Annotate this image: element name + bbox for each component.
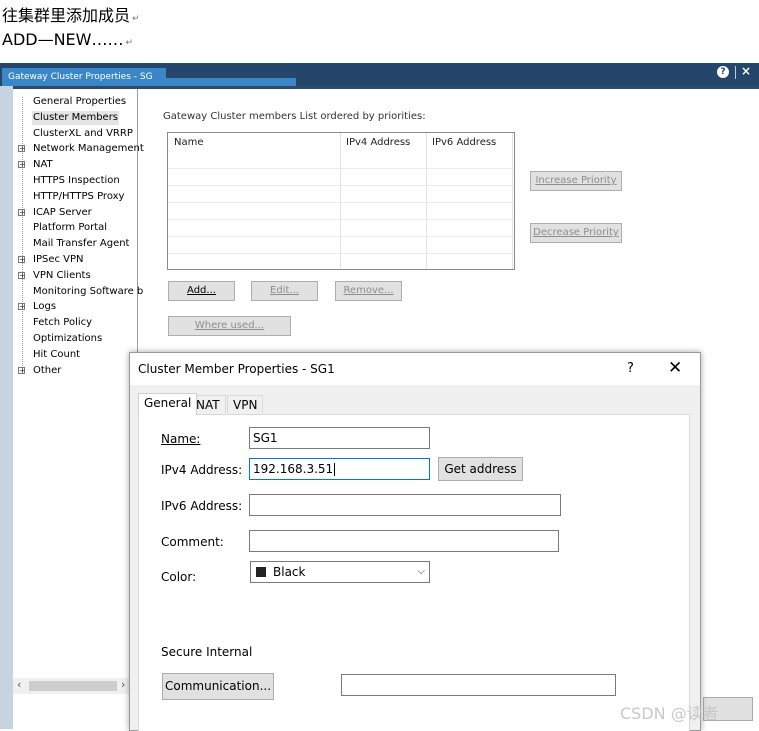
communication-button[interactable]: Communication... (162, 673, 274, 700)
tree-horizontal-scrollbar[interactable]: ‹ › (13, 678, 131, 694)
expand-plus-icon[interactable]: + (18, 271, 26, 279)
row-divider (168, 202, 514, 203)
ipv4-address-value: 192.168.3.51 (253, 462, 334, 476)
title-separator (735, 66, 736, 79)
tree-item-label: ICAP Server (33, 206, 92, 218)
add-member-button[interactable]: Add... (168, 281, 235, 301)
tree-item-label: Other (33, 364, 62, 376)
decrease-priority-button[interactable]: Decrease Priority (530, 223, 622, 243)
comment-label: Comment: (161, 535, 224, 549)
tree-item-label: Hit Count (33, 348, 81, 360)
ipv6-address-label: IPv6 Address: (161, 499, 243, 513)
name-label: Name: (161, 432, 200, 446)
tree-item-label: Cluster Members (32, 110, 120, 125)
ipv4-address-label: IPv4 Address: (161, 463, 243, 477)
tree-item-label: VPN Clients (33, 269, 91, 281)
expand-plus-icon[interactable]: + (18, 256, 26, 264)
expand-plus-icon[interactable]: + (18, 145, 26, 153)
name-label-text: Name: (161, 432, 201, 446)
doc-line-1: 往集群里添加成员 ↵ (2, 2, 140, 26)
properties-tree: General Properties Cluster Members Cluster… (13, 89, 144, 699)
tree-item-label: HTTP/HTTPS Proxy (33, 190, 125, 202)
row-divider (168, 253, 514, 254)
members-table[interactable]: Name IPv4 Address IPv6 Address (167, 132, 515, 270)
tab-general[interactable]: General (138, 393, 198, 415)
tree-item-label: Optimizations (33, 333, 103, 344)
column-header-name[interactable]: Name (174, 137, 204, 148)
window-title-bar: Gateway Cluster Properties - SG ? × (0, 63, 759, 86)
tab-vpn[interactable]: VPN (227, 395, 264, 413)
column-header-ipv6[interactable]: IPv6 Address (432, 137, 496, 148)
scroll-left-icon[interactable]: ‹ (17, 678, 21, 691)
members-list-title: Gateway Cluster members List ordered by … (163, 111, 426, 122)
row-divider (168, 219, 514, 220)
column-divider (426, 133, 427, 269)
scroll-thumb[interactable] (29, 681, 117, 691)
ipv6-address-input[interactable] (249, 494, 561, 516)
tree-item-label: Mail Transfer Agent (33, 238, 130, 250)
ipv4-address-input[interactable]: 192.168.3.51 (249, 458, 430, 480)
background-window-edge (0, 86, 13, 729)
expand-plus-icon[interactable]: + (18, 161, 26, 169)
close-icon[interactable]: × (741, 64, 751, 78)
communication-status-field[interactable] (341, 674, 616, 696)
row-divider (168, 168, 514, 169)
column-header-ipv4[interactable]: IPv4 Address (346, 137, 410, 148)
doc-line-1-text: 往集群里添加成员 (2, 6, 131, 25)
secure-internal-label: Secure Internal (161, 645, 253, 659)
column-divider (340, 133, 341, 269)
increase-priority-button[interactable]: Increase Priority (530, 171, 622, 191)
expand-plus-icon[interactable]: + (18, 208, 26, 216)
doc-line-2: ADD—NEW…… ↵ (2, 30, 133, 49)
comment-input[interactable] (249, 530, 559, 552)
tree-item-label: Monitoring Software b (33, 285, 144, 297)
help-icon[interactable]: ? (717, 66, 729, 78)
color-select-value: Black (273, 565, 306, 579)
dialog-help-icon[interactable]: ? (627, 361, 634, 376)
color-swatch (256, 567, 266, 577)
title-accent-strip (166, 78, 296, 86)
color-select[interactable]: Black ⌵ (250, 561, 430, 583)
return-mark-icon: ↵ (125, 38, 134, 48)
name-input[interactable]: SG1 (249, 427, 430, 449)
column-divider (512, 133, 513, 269)
watermark: CSDN @读者 (620, 704, 719, 723)
scroll-right-icon[interactable]: › (121, 678, 125, 691)
row-divider (168, 236, 514, 237)
doc-line-2-text: ADD—NEW…… (2, 30, 124, 49)
expand-plus-icon[interactable]: + (18, 366, 26, 374)
dialog-close-icon[interactable]: ✕ (668, 358, 682, 378)
dialog-title-bar: Cluster Member Properties - SG1 ? ✕ (130, 353, 700, 385)
remove-member-button[interactable]: Remove... (335, 281, 402, 301)
dialog-title: Cluster Member Properties - SG1 (138, 362, 335, 376)
expand-plus-icon[interactable]: + (18, 303, 26, 311)
tree-item-label: HTTPS Inspection (33, 175, 120, 186)
tree-item-label: IPSec VPN (33, 254, 84, 265)
tree-item-label: Platform Portal (33, 222, 108, 234)
edit-member-button[interactable]: Edit... (251, 281, 318, 301)
color-label: Color: (161, 570, 197, 584)
row-divider (168, 185, 514, 186)
tree-item-label: Network Management (33, 143, 144, 155)
tree-item-label: ClusterXL and VRRP (33, 127, 133, 139)
tree-connector-line (22, 97, 24, 372)
return-mark-icon: ↵ (132, 14, 140, 24)
tree-item-label: Logs (33, 301, 57, 313)
chevron-down-icon: ⌵ (417, 566, 425, 577)
where-used-button[interactable]: Where used... (168, 316, 291, 336)
cluster-member-properties-dialog: Cluster Member Properties - SG1 ? ✕ Gene… (129, 352, 701, 731)
get-address-button[interactable]: Get address (438, 457, 523, 481)
tree-item-label: General Properties (33, 96, 127, 107)
window-title: Gateway Cluster Properties - SG (2, 68, 166, 86)
tree-item-label: Fetch Policy (33, 317, 93, 329)
text-caret (334, 463, 336, 476)
tree-item-label: NAT (33, 159, 53, 171)
